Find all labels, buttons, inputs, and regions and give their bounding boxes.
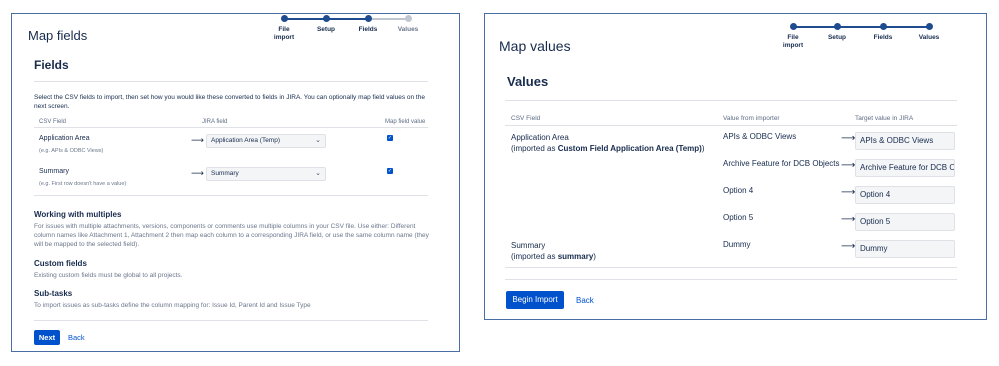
arrow-right-icon: ⟶: [191, 135, 204, 145]
column-header-value-from-importer: Value from importer: [723, 115, 780, 122]
importer-value: Option 5: [723, 213, 754, 222]
divider: [34, 320, 428, 321]
map-field-value-checkbox[interactable]: ✓: [387, 135, 393, 141]
arrow-right-icon: ⟶: [841, 241, 856, 252]
working-with-multiples-text: For issues with multiple attachments, ve…: [34, 223, 429, 248]
section-title-values: Values: [507, 74, 549, 89]
arrow-right-icon: ⟶: [841, 133, 856, 144]
divider: [505, 100, 957, 101]
jira-field-select[interactable]: Application Area (Temp) ⌄: [206, 134, 326, 148]
step-label-file-import: File import: [273, 26, 295, 41]
step-dot-file-import: [281, 15, 288, 22]
stepper-track-done: [793, 26, 929, 28]
importer-value: Option 4: [723, 186, 754, 195]
step-label-values: Values: [918, 34, 940, 41]
divider: [34, 81, 428, 82]
divider: [505, 267, 957, 268]
imported-as-prefix: (imported as: [511, 252, 558, 261]
next-button[interactable]: Next: [34, 330, 60, 345]
csv-field-name: Application Area: [511, 133, 569, 142]
target-value-input[interactable]: Option 5: [855, 213, 955, 231]
step-dot-file-import: [790, 23, 797, 30]
divider: [34, 127, 428, 128]
section-title-fields: Fields: [34, 58, 69, 72]
csv-field-example: (e.g. First row doesn't have a value): [39, 181, 127, 187]
jira-field-select[interactable]: Summary ⌄: [206, 167, 326, 181]
importer-value: Dummy: [723, 240, 751, 249]
step-dot-fields: [880, 23, 887, 30]
column-header-csv-field: CSV Field: [511, 115, 541, 122]
map-field-value-checkbox[interactable]: ✓: [387, 168, 393, 174]
column-header-map-field-value: Map field value: [385, 119, 426, 125]
arrow-right-icon: ⟶: [191, 168, 204, 178]
imported-as-field: summary: [557, 252, 594, 261]
arrow-right-icon: ⟶: [841, 160, 856, 171]
chevron-down-icon: ⌄: [315, 137, 321, 144]
checkmark-icon: ✓: [387, 135, 393, 141]
imported-as-suffix: ): [593, 252, 596, 261]
checkmark-icon: ✓: [387, 168, 393, 174]
sub-tasks-heading: Sub-tasks: [34, 289, 73, 298]
imported-as-prefix: (imported as: [511, 144, 558, 153]
step-dot-values: [405, 15, 412, 22]
step-dot-values: [926, 23, 933, 30]
arrow-right-icon: ⟶: [841, 187, 856, 198]
divider: [505, 279, 957, 280]
fields-description: Select the CSV fields to import, then se…: [34, 94, 425, 110]
back-link[interactable]: Back: [576, 296, 594, 305]
jira-field-select-value: Application Area (Temp): [211, 137, 281, 144]
csv-field-name: Summary: [511, 241, 546, 250]
importer-value: APIs & ODBC Views: [723, 132, 797, 141]
map-fields-panel: Map fields File import Setup Fields Value…: [11, 13, 460, 352]
progress-stepper: File import Setup Fields Values: [783, 22, 939, 62]
step-label-file-import: File import: [782, 34, 804, 49]
progress-stepper: File import Setup Fields Values: [274, 14, 419, 54]
step-label-setup: Setup: [316, 26, 336, 33]
csv-field-label: Application Area: [39, 135, 90, 142]
back-link[interactable]: Back: [68, 333, 85, 342]
page-title: Map values: [499, 38, 571, 54]
importer-value: Archive Feature for DCB Objects: [723, 159, 840, 168]
step-label-values: Values: [397, 26, 419, 33]
step-dot-setup: [834, 23, 841, 30]
target-value-input[interactable]: Option 4: [855, 186, 955, 204]
map-values-panel: Map values File import Setup Fields Value…: [484, 13, 987, 320]
step-label-fields: Fields: [873, 34, 893, 41]
page-title: Map fields: [28, 28, 88, 43]
csv-field-label: Summary: [39, 168, 69, 175]
imported-as-field: Custom Field Application Area (Temp): [557, 144, 702, 153]
column-header-target-value: Target value in JIRA: [855, 115, 914, 122]
working-with-multiples-heading: Working with multiples: [34, 210, 122, 219]
step-label-setup: Setup: [827, 34, 847, 41]
jira-field-select-value: Summary: [211, 170, 239, 177]
step-dot-fields: [365, 15, 372, 22]
csv-field-application-area: Application Area (imported as Custom Fie…: [511, 132, 705, 154]
divider: [505, 125, 957, 126]
imported-as-suffix: ): [701, 144, 705, 153]
stepper-track-todo: [368, 18, 408, 20]
sub-tasks-text: To import issues as sub-tasks define the…: [34, 302, 311, 309]
column-header-csv-field: CSV Field: [39, 119, 67, 125]
chevron-down-icon: ⌄: [315, 170, 321, 177]
custom-fields-heading: Custom fields: [34, 259, 87, 268]
csv-field-summary: Summary (imported as summary): [511, 240, 596, 262]
arrow-right-icon: ⟶: [841, 214, 856, 225]
custom-fields-text: Existing custom fields must be global to…: [34, 272, 183, 279]
column-header-jira-field: JIRA field: [202, 119, 228, 125]
step-dot-setup: [323, 15, 330, 22]
target-value-input[interactable]: Dummy: [855, 240, 955, 258]
target-value-input[interactable]: APIs & ODBC Views: [855, 132, 955, 150]
csv-field-example: (e.g. APIs & ODBC Views): [39, 148, 104, 154]
begin-import-button[interactable]: Begin Import: [506, 291, 564, 309]
divider: [34, 195, 428, 196]
step-label-fields: Fields: [358, 26, 378, 33]
target-value-input[interactable]: Archive Feature for DCB Objects: [855, 159, 955, 177]
